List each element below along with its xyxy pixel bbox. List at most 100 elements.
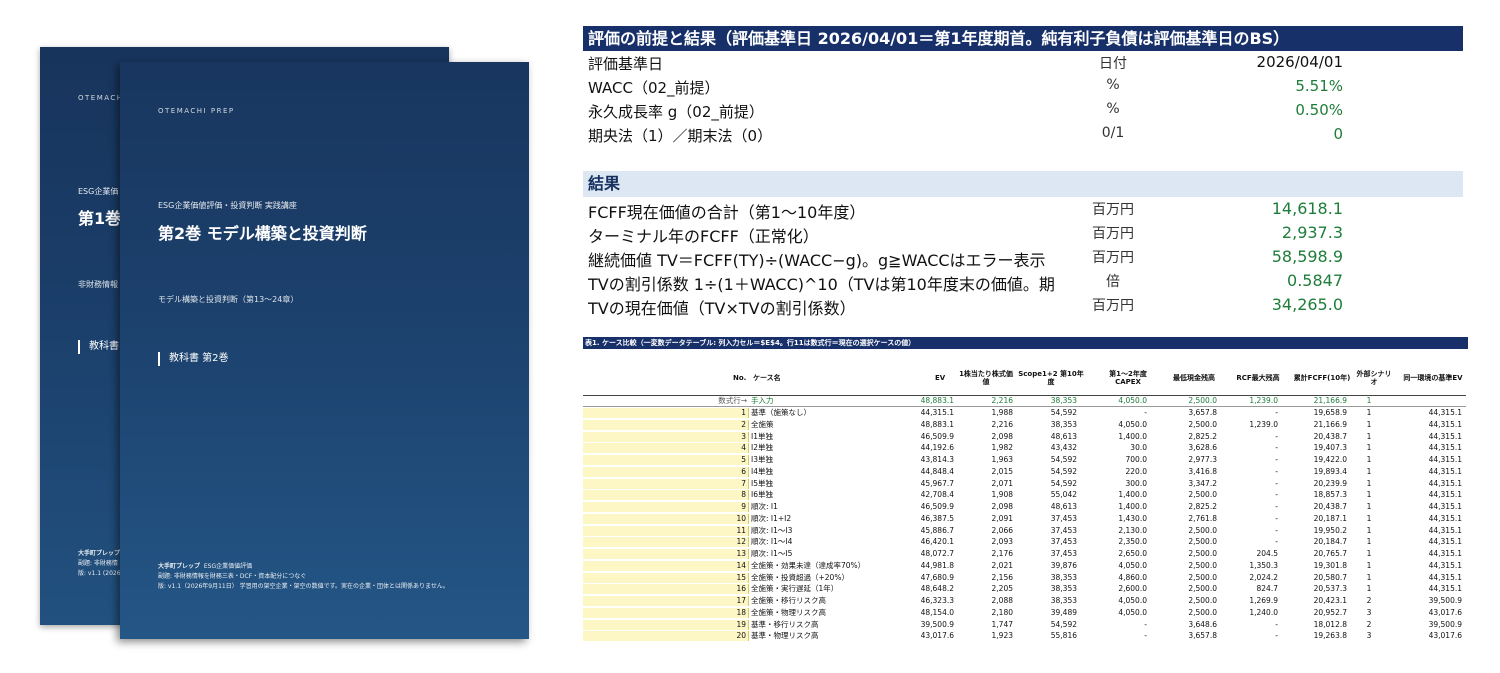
cell-no[interactable]: 12 [583, 537, 749, 548]
cell-ev: 46,420.1 [920, 537, 954, 547]
cover-footer-version: 版: v1.1（2026年9月11日） 学習用の架空企業・架空の数値です。実在の… [158, 583, 449, 590]
cell-ps: 1,988 [991, 408, 1013, 417]
cell-no[interactable]: 20 [583, 631, 749, 642]
kv-unit: 百万円 [1092, 298, 1134, 314]
cell-ps: 1,982 [991, 443, 1013, 453]
cell-name: 基準・物理リスク高 [751, 631, 819, 641]
cell-mc: 2,500.0 [1188, 490, 1217, 500]
cell-no[interactable]: 14 [583, 560, 749, 571]
table-row: 3 I1単独 46,509.9 2,098 48,613 1,400.0 2,825.2 - 2… [583, 431, 1466, 442]
table-row: 12 順次: I1〜I4 46,420.1 2,093 37,453 2,350.0 2,5… [583, 537, 1466, 548]
cell-no[interactable]: 15 [583, 572, 749, 583]
cell-name: I4単独 [751, 466, 773, 476]
table-row: 18 全施策・物理リスク高 48,154.0 2,180 39,489 4,050.0 2,… [583, 607, 1466, 618]
col-header-scenario: 外部シナリオ [1356, 370, 1392, 386]
cell-ps: 2,098 [991, 502, 1013, 511]
cell-rc: - [1275, 525, 1278, 535]
kv-value[interactable]: 2,937.3 [1203, 223, 1343, 242]
cell-cum: 19,950.2 [1313, 525, 1347, 535]
cell-s12: 55,042 [1050, 490, 1077, 500]
cover-title: 第1巻 [78, 209, 122, 228]
kv-value[interactable]: 0.5847 [1203, 271, 1343, 290]
cell-no[interactable]: 5 [583, 455, 749, 465]
col-header-base-ev: 同一環境の基準EV [1403, 374, 1463, 382]
col-header-no: No. [733, 374, 747, 382]
col-header-ev: EV [935, 374, 946, 382]
cell-sc: 1 [1366, 549, 1372, 558]
cell-no[interactable]: 4 [583, 443, 749, 454]
cell-no[interactable]: 16 [583, 584, 749, 595]
cell-sc: 1 [1366, 396, 1372, 405]
kv-value[interactable]: 34,265.0 [1203, 295, 1343, 314]
cell-cum: 21,166.9 [1313, 396, 1347, 405]
cell-ev: 44,848.4 [920, 466, 954, 476]
cell-no[interactable]: 10 [583, 513, 749, 524]
cell-mc: 2,500.0 [1188, 525, 1217, 535]
cover-footer-version: 版: v1.1 (2026 [78, 570, 121, 577]
table-row: 7 I5単独 45,967.7 2,071 54,592 300.0 3,347.2 - 20,… [583, 478, 1466, 489]
cell-cum: 20,765.7 [1313, 549, 1347, 558]
cell-ev: 46,387.5 [920, 513, 954, 523]
cell-sc: 1 [1366, 513, 1372, 523]
cell-name: 全施策・移行リスク高 [751, 596, 826, 605]
cell-no[interactable]: 9 [583, 502, 749, 512]
cell-no[interactable]: 数式行→ [583, 396, 749, 406]
assumptions-header: 評価の前提と結果（評価基準日 2026/04/01＝第1年度期首。純有利子負債は… [583, 26, 1463, 51]
cell-cx: 4,050.0 [1118, 596, 1147, 605]
cell-cum: 20,184.7 [1313, 537, 1347, 547]
cell-mc: 2,500.0 [1188, 549, 1217, 558]
cell-no[interactable]: 1 [583, 408, 749, 418]
results-rows: FCFF現在価値の合計（第1〜10年度） 百万円 14,618.1 ターミナル年のFC… [583, 197, 1463, 318]
kv-row: 永久成長率 g（02_前提）% 0.50% [583, 99, 1463, 123]
cell-cx: 2,350.0 [1118, 537, 1147, 547]
cell-s12: 37,453 [1050, 537, 1077, 547]
cell-bev: 44,315.1 [1428, 502, 1462, 511]
cell-ev: 46,509.9 [920, 502, 954, 511]
cell-rc: - [1275, 431, 1278, 441]
case-table-title: 表1. ケース比較（一変数データテーブル: 列入力セル＝$E$4。行11は数式行… [583, 337, 1468, 349]
cell-sc: 1 [1366, 537, 1372, 547]
kv-unit: % [1106, 77, 1120, 93]
cover-subtitle: 非財務情報 [78, 280, 118, 289]
cell-name: I2単独 [751, 443, 773, 453]
cell-no[interactable]: 6 [583, 466, 749, 477]
cell-cx: 700.0 [1125, 455, 1147, 464]
kv-row: 継続価値 TV＝FCFF(TY)÷(WACC−g)。g≧WACCはエラー表示 百万… [583, 245, 1463, 270]
kv-value[interactable]: 5.51% [1203, 77, 1343, 95]
cell-name: 順次: I1 [751, 502, 778, 511]
cell-mc: 2,500.0 [1188, 572, 1217, 582]
cell-no[interactable]: 17 [583, 596, 749, 606]
cell-ev: 48,154.0 [920, 607, 954, 617]
cell-sc: 1 [1366, 490, 1372, 500]
cell-name: 基準・移行リスク高 [751, 619, 819, 629]
results-header: 結果 [583, 171, 1463, 197]
cell-rc: - [1275, 466, 1278, 476]
cell-ps: 1,908 [991, 490, 1013, 500]
kv-value[interactable]: 2026/04/01 [1203, 53, 1343, 71]
cell-no[interactable]: 18 [583, 607, 749, 618]
cell-sc: 1 [1366, 478, 1372, 488]
cell-cx: - [1144, 408, 1147, 417]
cover-publisher: 大手町プレップ [78, 550, 121, 557]
kv-value[interactable]: 14,618.1 [1203, 199, 1343, 218]
cell-no[interactable]: 13 [583, 549, 749, 559]
kv-value[interactable]: 0 [1203, 125, 1343, 143]
kv-value[interactable]: 58,598.9 [1203, 247, 1343, 266]
col-header-capex: 第1〜2年度 CAPEX [1109, 370, 1147, 386]
cell-rc: - [1275, 490, 1278, 500]
cell-ps: 2,098 [991, 431, 1013, 441]
cell-no[interactable]: 8 [583, 490, 749, 501]
kv-value[interactable]: 0.50% [1203, 101, 1343, 119]
cell-no[interactable]: 3 [583, 431, 749, 442]
cell-cum: 20,952.7 [1313, 607, 1347, 617]
cell-cx: 4,050.0 [1118, 396, 1147, 405]
cell-rc: - [1275, 408, 1278, 417]
cell-no[interactable]: 2 [583, 419, 749, 430]
cell-bev: 39,500.9 [1428, 596, 1462, 605]
cell-no[interactable]: 11 [583, 525, 749, 536]
cell-ps: 2,216 [991, 396, 1013, 405]
cell-no[interactable]: 19 [583, 619, 749, 630]
cell-no[interactable]: 7 [583, 478, 749, 489]
cell-rc: 1,239.0 [1249, 419, 1278, 429]
cell-sc: 1 [1366, 560, 1372, 570]
